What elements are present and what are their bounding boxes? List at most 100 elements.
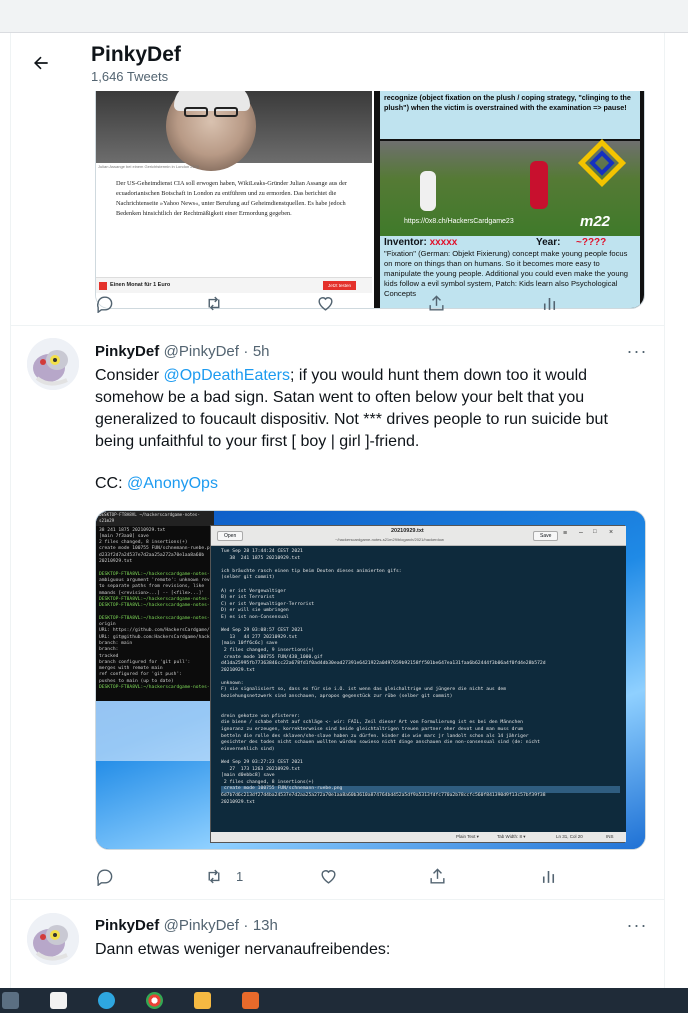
analytics-button[interactable] (539, 861, 558, 891)
like-button[interactable] (319, 861, 346, 891)
maximize-icon[interactable]: □ (593, 529, 597, 535)
card-tag: m22 (580, 213, 611, 230)
reply-icon (96, 868, 113, 886)
editor-line: D) er will sie umbringen (221, 608, 289, 614)
terminal-window: DESKTOP-FT8A8VL ~/hackerscardgame-notes-… (96, 511, 214, 701)
card-top-text: recognize (object fixation on the plush … (380, 91, 640, 139)
avatar-image (27, 338, 79, 390)
editor-line: [main 10ff6c6c] save (221, 641, 278, 647)
terminal-line: create mode 100755 FUN/schnemann-ruebe.p… (99, 546, 214, 552)
terminal-title: DESKTOP-FT8A8VL ~/hackerscardgame-notes-… (96, 511, 214, 526)
share-icon (429, 294, 444, 311)
close-icon[interactable]: × (609, 529, 613, 536)
terminal-line: DESKTOP-FT8A8VL:~/hackerscardgame-notes-… (99, 603, 214, 609)
news-article-image[interactable]: Julian Assange bei einem Gerichtstermin … (96, 91, 372, 308)
editor-line: B) er ist Terrorist (221, 595, 275, 601)
display-name[interactable]: PinkyDef (95, 343, 159, 360)
system-monitor-icon[interactable] (2, 992, 19, 1009)
year-label: Year: (536, 237, 561, 248)
tweet-divider (11, 325, 664, 326)
profile-header: PinkyDef 1,646 Tweets (11, 33, 664, 91)
page-title: PinkyDef (91, 43, 181, 66)
like-button[interactable] (316, 288, 343, 318)
terminal-line: mmands [<revision>...] -- [<file>...]' (99, 590, 205, 596)
previous-tweet-actions (95, 288, 565, 318)
editor-save-button[interactable]: Save (533, 531, 559, 541)
avatar[interactable] (27, 913, 79, 965)
editor-line: gesichter des todes nicht schauen wollte… (221, 740, 540, 746)
tweet-time[interactable]: 13h (253, 917, 278, 934)
separator-dot: · (243, 917, 249, 934)
separator-dot: · (243, 343, 249, 360)
tweet-text: Dann etwas weniger nervanaufreibendes: (95, 941, 391, 958)
editor-line: 6d7b7d6c213df27d4ba24537e7d2aa25a272a70e… (221, 792, 546, 798)
previous-tweet-media[interactable]: Julian Assange bei einem Gerichtstermin … (95, 91, 645, 309)
terminal-line: URL: https://github.com/HackersCardgame/ (99, 628, 210, 634)
reply-button[interactable] (95, 288, 122, 318)
minimize-icon[interactable]: – (579, 529, 583, 536)
tweet-time[interactable]: 5h (253, 343, 270, 360)
display-name[interactable]: PinkyDef (95, 917, 159, 934)
telegram-icon[interactable] (98, 992, 115, 1009)
editor-open-button[interactable]: Open (217, 531, 244, 541)
year-value: ~???? (576, 237, 607, 248)
tweet-header: PinkyDef @PinkyDef · 13h (95, 917, 278, 935)
editor-line: einvernehlich sind) (221, 746, 275, 752)
browser-icon[interactable] (146, 992, 163, 1009)
share-button[interactable] (428, 861, 447, 891)
editor-line: [main d0ebbc8] save (221, 773, 275, 779)
mention-link[interactable]: @OpDeathEaters (163, 367, 290, 384)
tweet-media-screenshot[interactable]: DESKTOP-FT8A8VL ~/hackerscardgame-notes-… (95, 510, 646, 850)
photo-caption: Julian Assange bei einem Gerichtstermin … (98, 164, 200, 169)
editor-line: create mode 100755 FUN/schnemann-ruebe.p… (221, 786, 620, 793)
menu-icon[interactable]: ≡ (563, 530, 567, 537)
editor-line: Tue Sep 28 17:44:24 CEST 2021 (221, 549, 303, 554)
article-text: Der US-Geheimdienst CIA soll erwogen hab… (116, 180, 347, 217)
text-editor-icon[interactable] (50, 992, 67, 1009)
tweet-divider (11, 899, 664, 900)
back-button[interactable] (25, 47, 57, 79)
terminal-lower (96, 701, 214, 761)
tab-width-selector[interactable]: Tab Width: 8 ▾ (497, 834, 526, 840)
files-icon[interactable] (194, 992, 211, 1009)
more-options-button[interactable]: ··· (623, 341, 651, 361)
reply-button[interactable] (95, 861, 122, 891)
share-button[interactable] (427, 288, 446, 318)
editor-line: Wed Sep 29 03:08:57 CEST 2021 (221, 628, 303, 634)
editor-path: ~/hackerscardgame-notes-s21m29/blogarch/… (335, 537, 444, 542)
editor-line: A) er ist Vergewaltiger (221, 588, 286, 594)
tweet-count: 1,646 Tweets (91, 69, 169, 84)
insert-mode: INS (606, 834, 614, 839)
avatar[interactable] (27, 338, 79, 390)
tweet-cc-line: CC: @AnonyOps (95, 475, 218, 492)
retweet-button[interactable] (204, 288, 232, 318)
user-handle[interactable]: @PinkyDef (164, 917, 239, 934)
editor-line: 2 files changed, 9 insertions(+) (221, 647, 315, 653)
analytics-icon (543, 297, 556, 310)
more-options-button[interactable]: ··· (623, 915, 651, 935)
more-icon: ··· (626, 914, 648, 935)
tweet-text: Consider @OpDeathEaters; if you would hu… (95, 367, 608, 450)
editor-line: 20210929.txt (221, 667, 255, 673)
terminal-line: to separate paths from revisions, like (99, 584, 205, 590)
analytics-button[interactable] (540, 288, 559, 318)
hackerscardgame-card-image[interactable]: recognize (object fixation on the plush … (374, 91, 644, 308)
editor-line: 13 44 277 20210929.txt (221, 634, 298, 640)
app-icon[interactable] (242, 992, 259, 1009)
editor-filename: 20210929.txt (391, 528, 424, 534)
mention-link[interactable]: @AnonyOps (127, 475, 218, 492)
terminal-line: DESKTOP-FT8A8VL:~/hackerscardgame-notes-… (99, 685, 214, 691)
terminal-line: URL: git@github.com:HackersCardgame/hack (99, 634, 210, 640)
user-handle[interactable]: @PinkyDef (164, 343, 239, 360)
retweet-count: 1 (236, 868, 244, 884)
retweet-icon (208, 296, 220, 310)
editor-content[interactable]: Tue Sep 28 17:44:24 CEST 2021 38 241 187… (211, 546, 626, 834)
editor-line: ignoranz zu erzeugen, korrekterweise sin… (221, 727, 523, 733)
language-selector[interactable]: Plain Text ▾ (456, 834, 479, 840)
retweet-button[interactable]: 1 (204, 861, 243, 891)
reply-icon (96, 295, 113, 313)
editor-titlebar: Open 20210929.txt ~/hackerscardgame-note… (211, 526, 626, 546)
